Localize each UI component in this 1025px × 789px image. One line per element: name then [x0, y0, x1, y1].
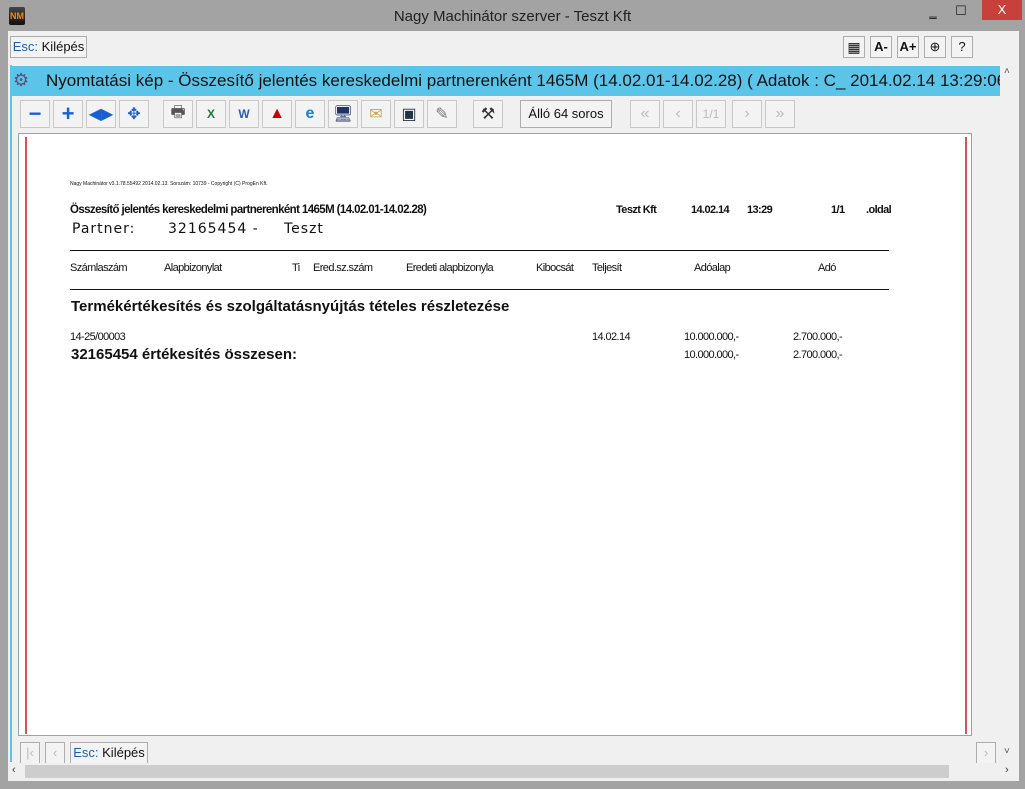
column-header: Számlaszám: [70, 262, 128, 274]
excel-icon[interactable]: X: [196, 100, 226, 128]
company-name: Teszt Kft: [616, 204, 657, 216]
horizontal-scroll-thumb[interactable]: [25, 765, 949, 778]
partner-label: Partner:: [72, 221, 136, 237]
fit-page-icon[interactable]: ✥: [119, 100, 149, 128]
program-info: Nagy Machinátor v3.1.78.55492 2014.02.13…: [70, 181, 268, 187]
esc-key-label: Esc:: [73, 745, 99, 760]
partner-name: Teszt: [284, 221, 324, 237]
report-page: [25, 137, 967, 734]
browser-icon[interactable]: e: [295, 100, 325, 128]
orientation-button[interactable]: Álló 64 soros: [520, 100, 612, 128]
column-header: Adó: [818, 262, 836, 274]
word-icon[interactable]: W: [229, 100, 259, 128]
column-header: Ti: [292, 262, 300, 274]
column-header: Eredeti alapbizonyla: [406, 262, 494, 274]
printer-icon[interactable]: 🖶: [163, 100, 193, 128]
scroll-up-icon[interactable]: ˄: [1004, 66, 1010, 77]
pdf-icon[interactable]: ▲: [262, 100, 292, 128]
zoom-out-icon[interactable]: −: [20, 100, 50, 128]
exit-button[interactable]: Esc: Kilépés: [10, 36, 87, 58]
exit-label: Kilépés: [41, 39, 85, 54]
font-increase-icon[interactable]: A+: [897, 36, 919, 58]
column-header: Teljesít: [592, 262, 622, 274]
panel-title: Nyomtatási kép - Összesítő jelentés kere…: [46, 71, 1017, 90]
total-label: 32165454 értékesítés összesen:: [71, 346, 297, 363]
zoom-in-icon[interactable]: +: [53, 100, 83, 128]
page-indicator: 1/1: [696, 100, 726, 128]
window-title: Nagy Machinátor szerver - Teszt Kft: [393, 8, 632, 25]
first-record-icon[interactable]: |‹: [20, 742, 40, 764]
grid-icon[interactable]: ▦: [843, 36, 865, 58]
navigation-icon[interactable]: ⊕: [924, 36, 946, 58]
bottom-exit-button[interactable]: Esc: Kilépés: [70, 742, 148, 764]
report-time: 13:29: [747, 204, 773, 216]
minimize-button[interactable]: ‗: [922, 4, 944, 24]
close-button[interactable]: X: [982, 0, 1022, 20]
row-fulfilled: 14.02.14: [592, 331, 631, 343]
prev-page-icon[interactable]: ‹: [663, 100, 693, 128]
column-header: Ered.sz.szám: [313, 262, 373, 274]
exit-label: Kilépés: [102, 745, 145, 760]
divider: [70, 289, 889, 290]
next-record-icon[interactable]: ›: [976, 742, 996, 764]
next-page-icon[interactable]: ›: [732, 100, 762, 128]
row-tax: 2.700.000,-: [793, 331, 843, 343]
prev-record-icon[interactable]: ‹: [45, 742, 65, 764]
total-tax: 2.700.000,-: [793, 349, 843, 361]
page-suffix: .oldal: [866, 204, 892, 216]
archive-icon[interactable]: ▣: [394, 100, 424, 128]
section-title: Termékértékesítés és szolgáltatásnyújtás…: [71, 298, 510, 315]
scroll-right-icon[interactable]: ›: [1005, 764, 1009, 776]
report-date: 14.02.14: [691, 204, 730, 216]
font-decrease-icon[interactable]: A-: [870, 36, 892, 58]
divider: [70, 250, 889, 251]
email-icon[interactable]: ✉: [361, 100, 391, 128]
esc-key-label: Esc:: [12, 39, 39, 54]
edit-icon[interactable]: ✎: [427, 100, 457, 128]
scroll-down-icon[interactable]: ˅: [1004, 746, 1010, 757]
last-page-icon[interactable]: »: [765, 100, 795, 128]
gear-icon: ⚙: [13, 70, 30, 90]
maximize-button[interactable]: ☐: [950, 3, 972, 23]
column-header: Adóalap: [694, 262, 731, 274]
scroll-left-icon[interactable]: ‹: [12, 764, 16, 776]
partner-id: 32165454 -: [168, 221, 259, 237]
report-page-number: 1/1: [831, 204, 845, 216]
first-page-icon[interactable]: «: [630, 100, 660, 128]
report-title: Összesítő jelentés kereskedelmi partnere…: [70, 204, 427, 216]
help-icon[interactable]: ?: [951, 36, 973, 58]
tools-icon[interactable]: ⚒: [473, 100, 503, 128]
row-invoice: 14-25/00003: [70, 331, 126, 343]
row-base: 10.000.000,-: [684, 331, 739, 343]
column-header: Alapbizonylat: [164, 262, 222, 274]
monitor-icon[interactable]: 🖥: [328, 100, 358, 128]
fit-width-icon[interactable]: ◀▶: [86, 100, 116, 128]
column-header: Kibocsát: [536, 262, 574, 274]
vertical-scrollbar[interactable]: [1000, 65, 1018, 762]
total-base: 10.000.000,-: [684, 349, 739, 361]
